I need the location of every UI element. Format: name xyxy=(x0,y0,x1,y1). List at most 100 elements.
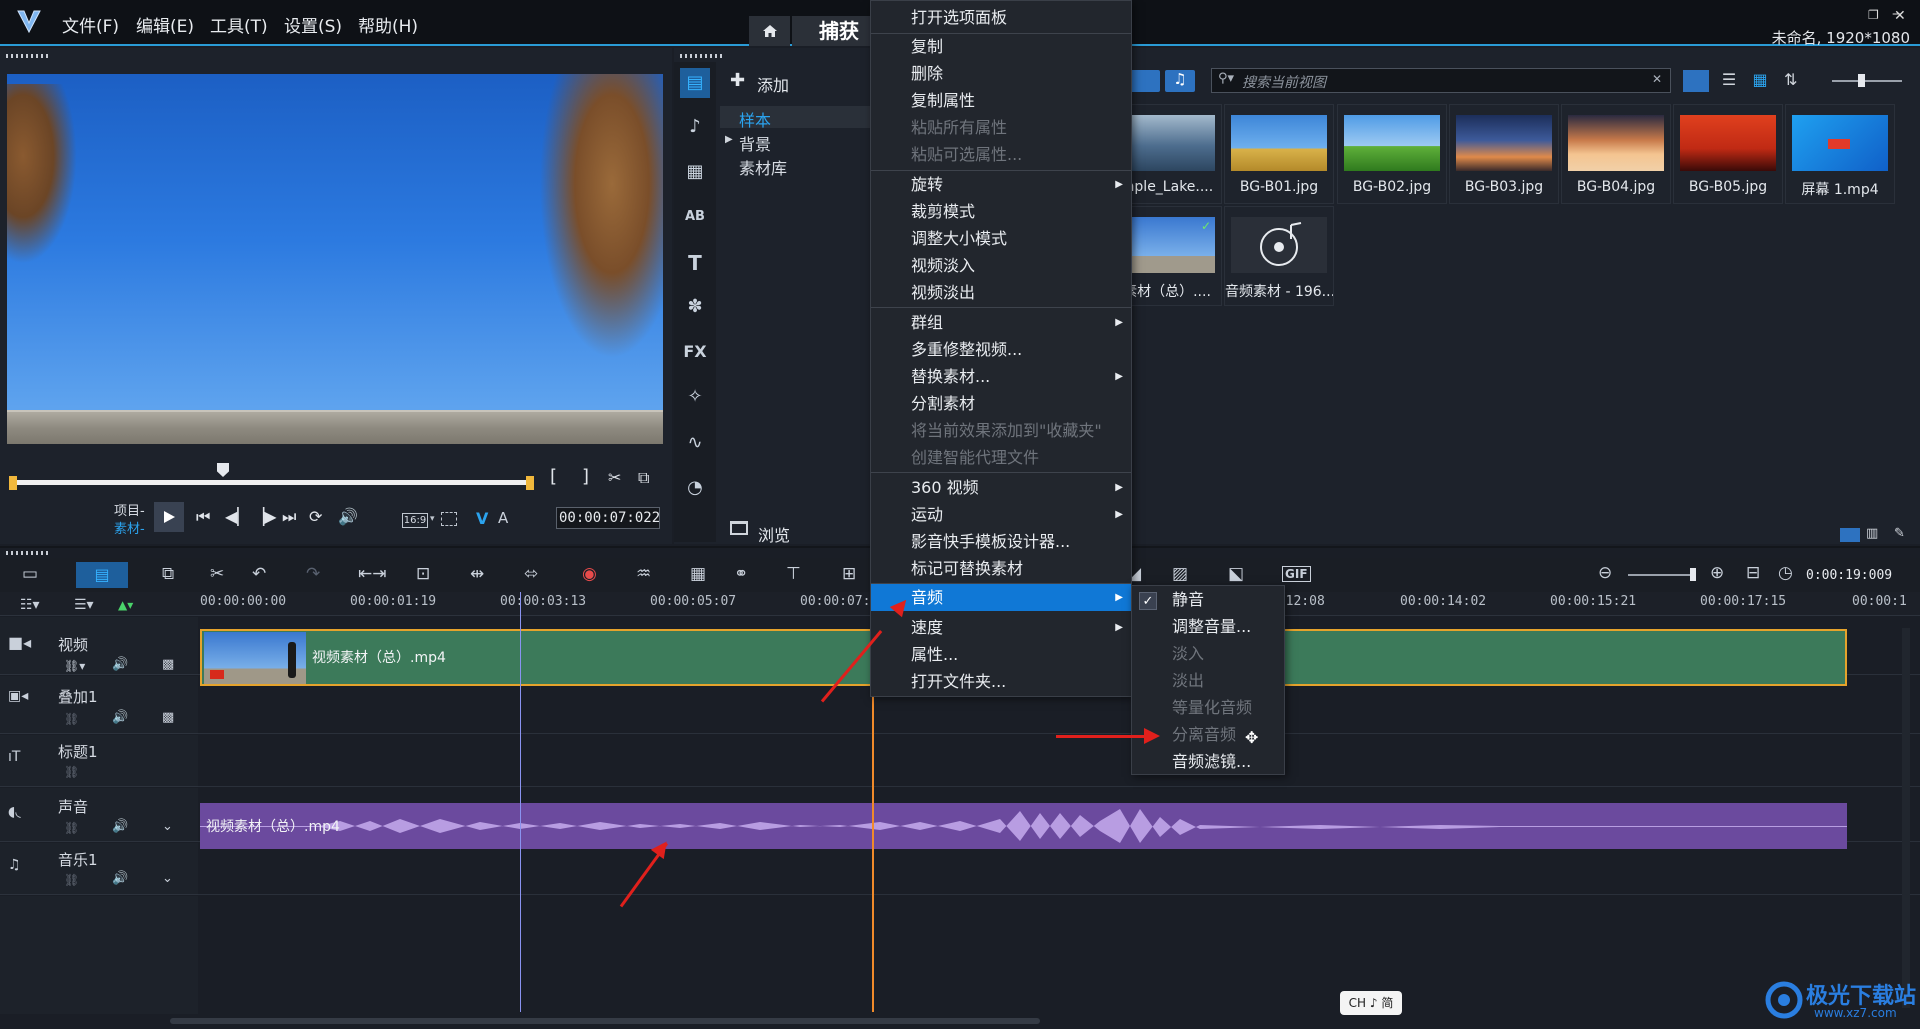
split-clip-icon[interactable]: ✂ xyxy=(608,468,621,487)
ctx-360-video[interactable]: 360 视频 ▶ xyxy=(871,474,1131,501)
restore-icon[interactable]: ❐ xyxy=(1868,8,1879,22)
motion-icon[interactable]: ⚭ xyxy=(734,564,748,584)
sort-icon[interactable]: ⇅ xyxy=(1784,70,1797,89)
menu-tools[interactable]: 工具(T) xyxy=(210,12,268,37)
tools-icon[interactable]: ✂ xyxy=(210,564,224,584)
thumb-screen-mp4[interactable]: 屏幕 1.mp4 xyxy=(1785,104,1895,204)
display-mode-icon[interactable] xyxy=(441,512,457,526)
copy-icon[interactable]: ⧉ xyxy=(162,564,174,584)
timecode-field[interactable]: 00:00:07:022 xyxy=(556,507,660,529)
mark-in-handle[interactable] xyxy=(9,476,17,490)
horizontal-scrollbar[interactable] xyxy=(170,1018,1040,1024)
tree-item-sample[interactable]: 样本 xyxy=(739,107,771,131)
library-options-icon[interactable] xyxy=(1840,528,1860,542)
track-header-title[interactable]: ıT 标题1 ⛓ xyxy=(0,735,198,787)
go-to-start-icon[interactable]: ⏮ xyxy=(196,507,210,527)
view-list-icon[interactable]: ☰ xyxy=(1716,70,1742,92)
add-folder-label[interactable]: 添加 xyxy=(757,72,789,96)
thumb-bg-b02[interactable]: BG-B02.jpg xyxy=(1337,104,1447,204)
thumb-bg-b05[interactable]: BG-B05.jpg xyxy=(1673,104,1783,204)
ctx-open-folder[interactable]: 打开文件夹... xyxy=(871,668,1131,695)
tree-item-background[interactable]: 背景 xyxy=(739,131,771,155)
mark-out-handle[interactable] xyxy=(526,476,534,490)
audio-clip[interactable]: 视频素材（总）.mp4 xyxy=(200,803,1847,849)
zoom-handle[interactable] xyxy=(1690,568,1696,581)
fx-filter-icon[interactable]: FX xyxy=(680,337,710,367)
split-screen-icon[interactable]: ⊞ xyxy=(842,564,856,584)
graphic-icon[interactable]: ✽ xyxy=(680,292,710,322)
tree-item-library[interactable]: 素材库 xyxy=(739,155,787,179)
ime-indicator[interactable]: CH ♪ 简 xyxy=(1340,991,1402,1015)
browse-icon[interactable] xyxy=(730,521,748,535)
add-folder-icon[interactable]: ✚ xyxy=(730,70,745,91)
track-list-icon[interactable]: ☷▾ xyxy=(20,597,40,613)
media-icon[interactable]: ▤ xyxy=(680,68,710,98)
storyboard-view-icon[interactable]: ▭ xyxy=(22,564,38,584)
view-thumbnail-icon[interactable] xyxy=(1683,70,1709,92)
ctx-copy-attributes[interactable]: 复制属性 xyxy=(871,87,1131,114)
link-icon[interactable]: ⛓▾ xyxy=(64,659,85,673)
video-toggle[interactable]: V xyxy=(476,509,488,528)
sub-mute[interactable]: 静音 xyxy=(1132,586,1284,613)
project-mode-label[interactable]: 项目- xyxy=(114,500,145,519)
timeline-view-icon[interactable]: ▤ xyxy=(76,562,128,588)
thumb-bg-b04[interactable]: BG-B04.jpg xyxy=(1561,104,1671,204)
ctx-open-options-panel[interactable]: 打开选项面板 xyxy=(871,4,1131,31)
magic-wand-icon[interactable]: ✧ xyxy=(680,382,710,412)
ctx-multi-trim[interactable]: 多重修整视频... xyxy=(871,336,1131,363)
undo-icon[interactable]: ↶ xyxy=(252,564,266,584)
previous-frame-icon[interactable]: ◀▏ xyxy=(225,507,250,526)
gif-icon[interactable]: GIF xyxy=(1282,566,1311,582)
ctx-resize-mode[interactable]: 调整大小模式 xyxy=(871,225,1131,252)
thumbnail-size-handle[interactable] xyxy=(1858,74,1865,87)
sound-mixer-icon[interactable]: ♒ xyxy=(636,564,651,584)
expand-icon[interactable]: ▶ xyxy=(725,134,733,145)
scrub-bar[interactable] xyxy=(10,480,534,485)
volume-icon[interactable]: 🔊 xyxy=(338,507,358,526)
ctx-video-fade-out[interactable]: 视频淡出 xyxy=(871,279,1131,306)
play-button[interactable] xyxy=(154,502,184,532)
repeat-icon[interactable]: ⟳ xyxy=(309,507,322,526)
mute-icon[interactable]: 🔊 xyxy=(112,819,128,834)
mute-icon[interactable]: 🔊 xyxy=(112,710,128,725)
edit-icon[interactable]: ✎ xyxy=(1894,526,1905,541)
ctx-speed[interactable]: 速度 ▶ xyxy=(871,614,1131,641)
ctx-rotate[interactable]: 旋转 ▶ xyxy=(871,171,1131,198)
zoom-out-icon[interactable]: ⊖ xyxy=(1598,563,1612,583)
ctx-properties[interactable]: 属性... xyxy=(871,641,1131,668)
menu-help[interactable]: 帮助(H) xyxy=(358,12,418,37)
browse-label[interactable]: 浏览 xyxy=(758,522,790,546)
next-frame-icon[interactable]: ▕▶ xyxy=(252,507,277,526)
link-icon[interactable]: ⛓ xyxy=(64,712,79,726)
link-icon[interactable]: ⛓ xyxy=(64,873,79,887)
redo-icon[interactable]: ↷ xyxy=(306,564,320,584)
ctx-group[interactable]: 群组 ▶ xyxy=(871,309,1131,336)
zoom-in-icon[interactable]: ⊕ xyxy=(1710,563,1724,583)
ctx-copy[interactable]: 复制 xyxy=(871,33,1131,60)
clip-mode-label[interactable]: 素材- xyxy=(114,518,145,537)
speed-gauge-icon[interactable]: ◔ xyxy=(680,473,710,503)
ctx-motion[interactable]: 运动 ▶ xyxy=(871,501,1131,528)
title-template-icon[interactable]: AB xyxy=(680,202,710,232)
instant-project-icon[interactable]: ♪ xyxy=(680,112,710,142)
search-input[interactable]: ⚲▾ 搜索当前视图 ✕ xyxy=(1211,68,1671,93)
color-grading-icon[interactable]: ▨ xyxy=(1172,564,1188,584)
track-header-music[interactable]: ♫ 音乐1 ⛓ 🔊 ⌄ xyxy=(0,843,198,895)
mute-icon[interactable]: 🔊 xyxy=(112,657,128,672)
track-header-overlay[interactable]: ▣◂ 叠加1 ⛓ 🔊 ▩ xyxy=(0,676,198,734)
add-track-icon[interactable]: ▲▾ xyxy=(118,598,133,612)
sub-audio-filter[interactable]: 音频滤镜... xyxy=(1132,748,1284,775)
link-icon[interactable]: ⛓ xyxy=(64,821,79,835)
zoom-slider[interactable] xyxy=(1628,574,1694,576)
mark-in-button[interactable]: [ xyxy=(550,466,557,487)
ctx-mark-replaceable[interactable]: 标记可替换素材 xyxy=(871,555,1131,582)
vertical-scrollbar[interactable] xyxy=(1902,628,1910,1008)
chevron-down-icon[interactable]: ⌄ xyxy=(162,871,173,886)
ctx-replace-clip[interactable]: 替换素材... ▶ xyxy=(871,363,1131,390)
layout-icon[interactable]: ▥ xyxy=(1866,526,1878,541)
filter-audio-icon[interactable]: ♫ xyxy=(1165,70,1195,92)
track-manager-icon[interactable]: ⬄ xyxy=(524,564,538,584)
sub-adjust-volume[interactable]: 调整音量... xyxy=(1132,613,1284,640)
record-icon[interactable]: ◉ xyxy=(582,564,597,584)
subtitle-icon[interactable]: ⊤ xyxy=(786,564,801,584)
